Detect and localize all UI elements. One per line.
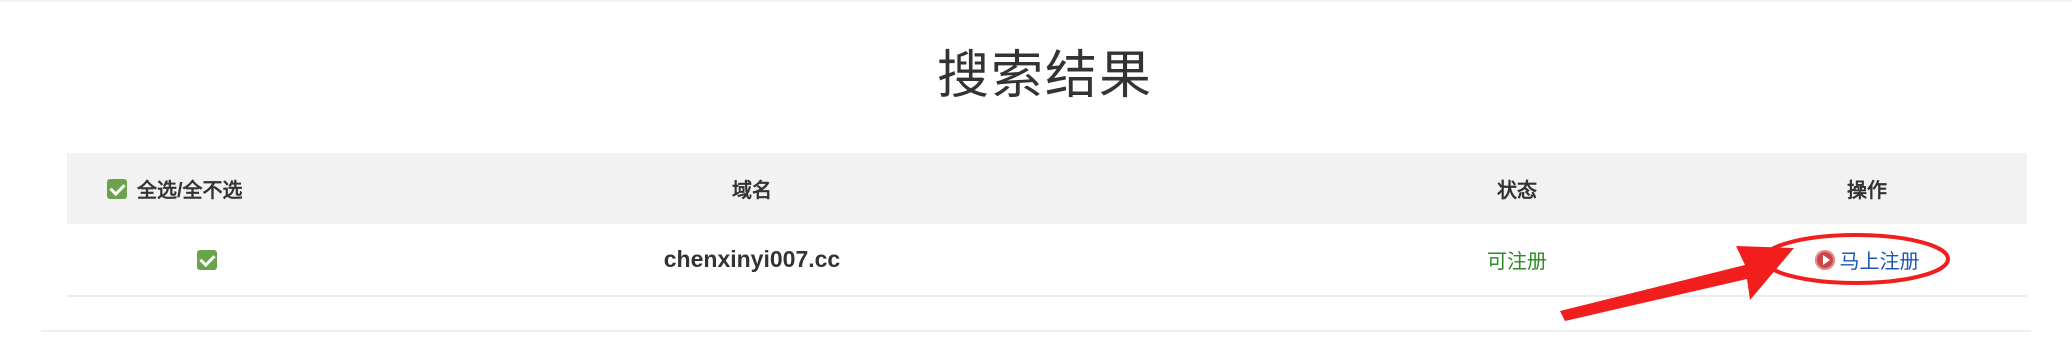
arrow-annotation: [1560, 233, 1950, 321]
arrow-shape: [1560, 246, 1794, 321]
highlight-ellipse: [1762, 233, 1950, 285]
